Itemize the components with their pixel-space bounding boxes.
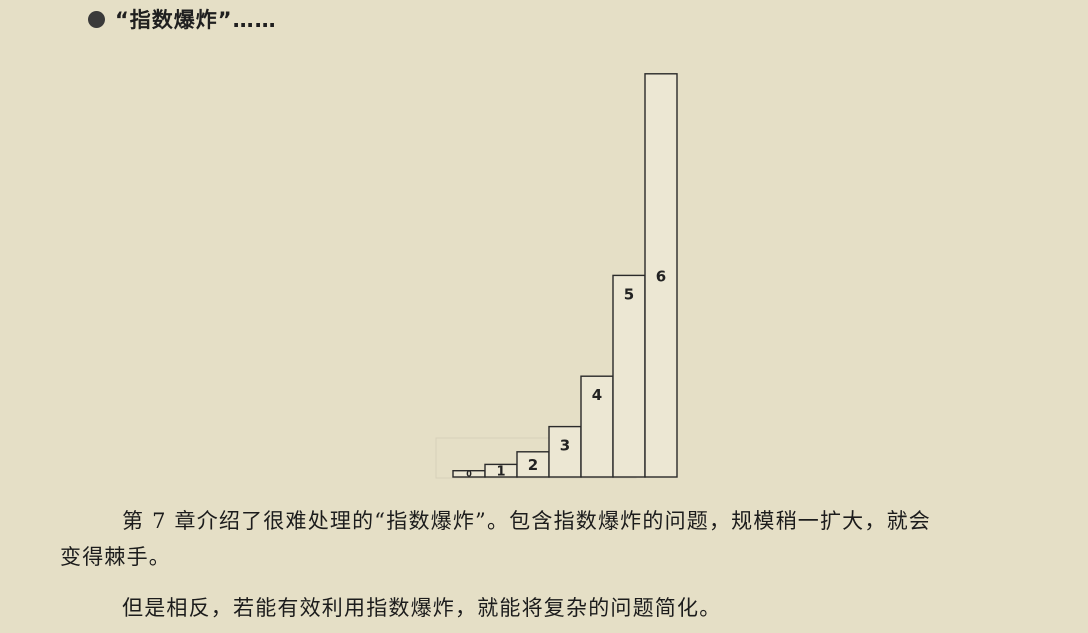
section-title: “指数爆炸”……: [115, 8, 277, 32]
step-bar-3: [548, 425, 582, 478]
bleed-box: [435, 437, 637, 479]
step-bar-6: [644, 73, 678, 478]
step-bar-4: [580, 375, 614, 478]
step-label-2: 2: [528, 456, 538, 474]
paragraph-1-line-2: 变得棘手。: [60, 545, 171, 569]
step-label-1: 1: [496, 464, 505, 479]
step-label-3: 3: [560, 437, 570, 455]
step-bar-5: [612, 274, 646, 478]
bullet-icon: [88, 10, 105, 28]
steps-group: 0 1 2 3 4 5 6: [452, 73, 678, 479]
step-bar-1: [484, 463, 518, 478]
step-label-5: 5: [624, 285, 634, 303]
step-label-0: 0: [466, 470, 472, 479]
paragraph-1-line-1: 第 7 章介绍了很难处理的“指数爆炸”。包含指数爆炸的问题，规模稍一扩大，就会: [122, 509, 931, 533]
step-bar-2: [516, 451, 550, 478]
step-label-6: 6: [656, 267, 666, 285]
step-bar-0: [452, 470, 486, 478]
step-label-4: 4: [592, 386, 602, 404]
paragraph-2: 但是相反，若能有效利用指数爆炸，就能将复杂的问题简化。: [122, 596, 722, 620]
section-heading: “指数爆炸”……: [88, 4, 277, 34]
